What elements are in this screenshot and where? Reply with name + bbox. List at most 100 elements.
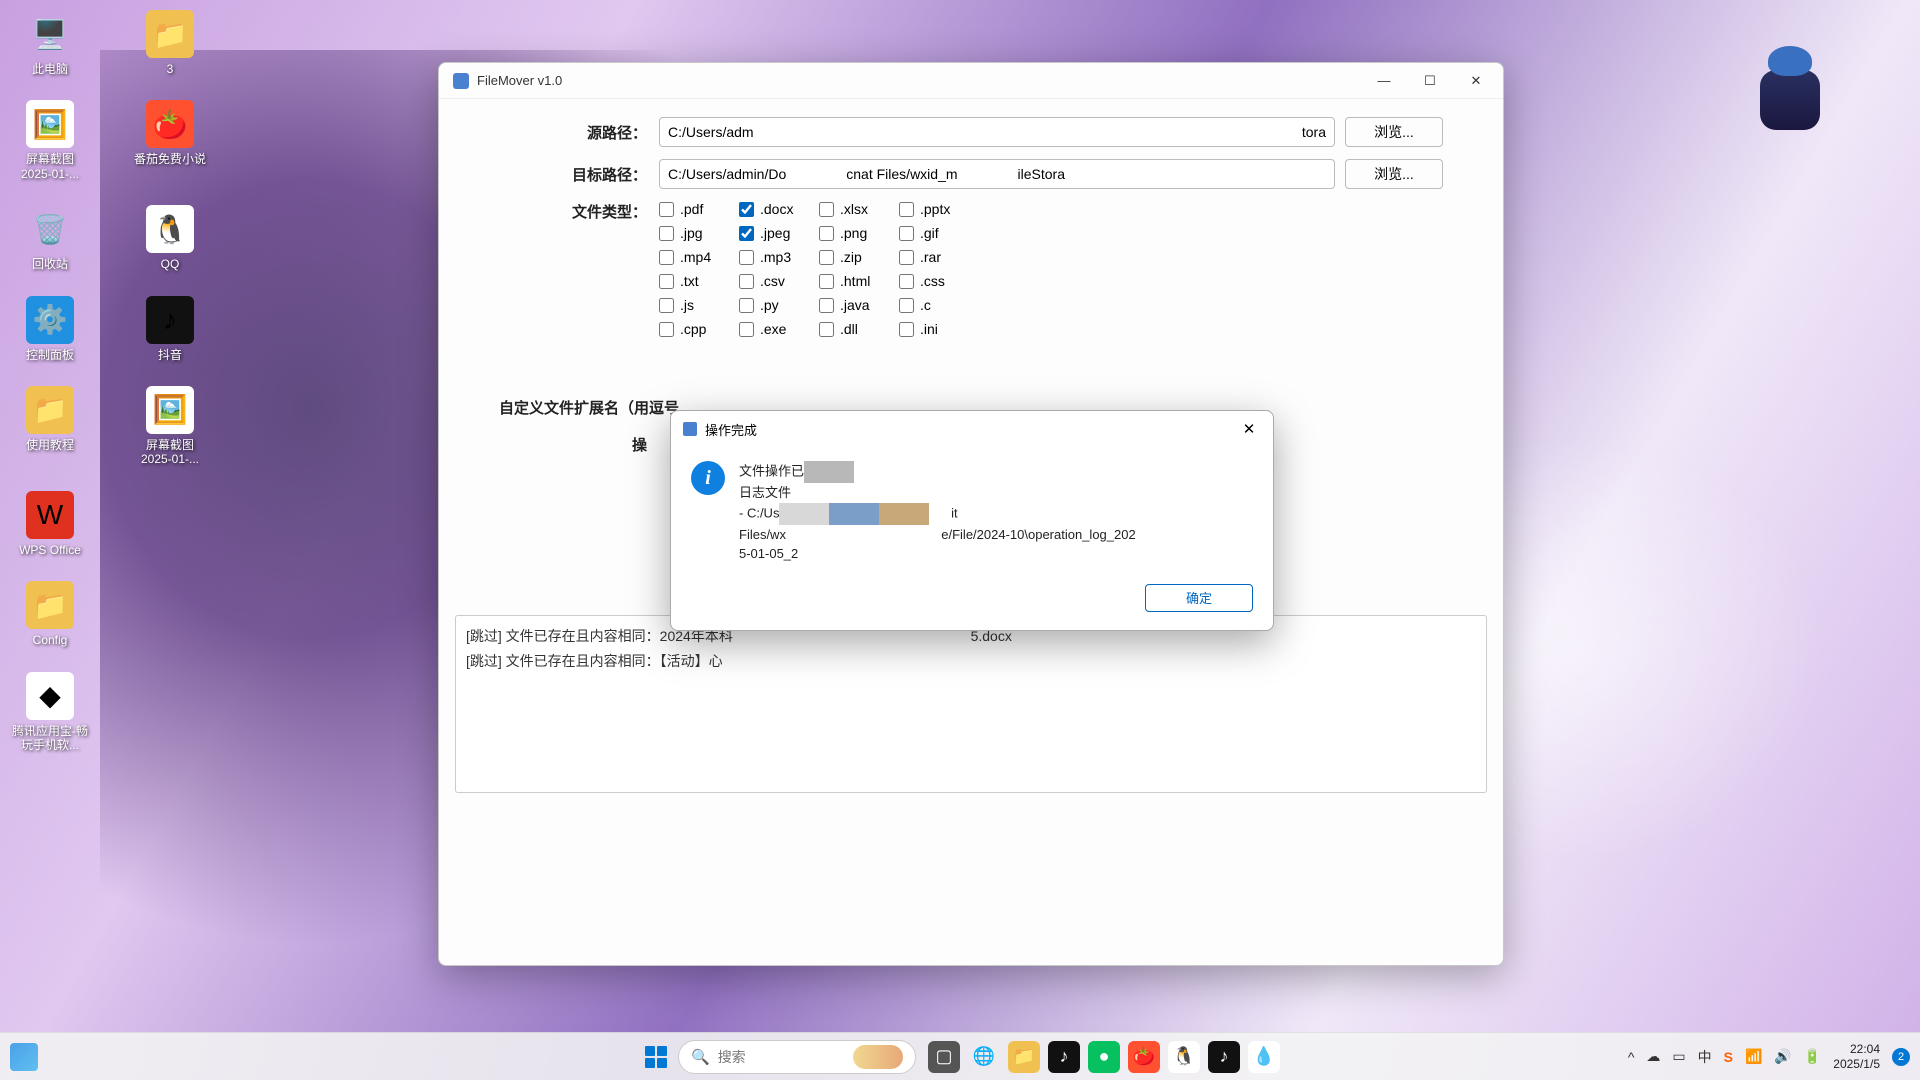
- desktop-icon-image: 🗑️: [26, 205, 74, 253]
- desktop-icon-image: 🖼️: [26, 100, 74, 148]
- desktop-icon-image: 📁: [146, 10, 194, 58]
- tray-project-icon[interactable]: ▭: [1672, 1048, 1685, 1065]
- filetype-checkbox-docx[interactable]: .docx: [739, 201, 819, 217]
- filetype-checkbox-pptx[interactable]: .pptx: [899, 201, 979, 217]
- desktop-icon[interactable]: ⚙️控制面板: [12, 296, 88, 362]
- desktop-icon-label: 回收站: [32, 257, 68, 271]
- filetype-checkbox-gif[interactable]: .gif: [899, 225, 979, 241]
- source-path-input[interactable]: C:/Users/adm tora: [659, 117, 1335, 147]
- filetype-row: 文件类型： .pdf.docx.xlsx.pptx .jpg.jpeg.png.g…: [499, 201, 1443, 337]
- desktop-icon-image: 📁: [26, 581, 74, 629]
- desktop-icon[interactable]: ♪抖音: [132, 296, 208, 362]
- target-label: 目标路径：: [499, 164, 659, 185]
- taskbar-app[interactable]: ▢: [928, 1041, 960, 1073]
- taskbar-app[interactable]: 🐧: [1168, 1041, 1200, 1073]
- taskbar-app[interactable]: 📁: [1008, 1041, 1040, 1073]
- desktop-icon-image: ◆: [26, 672, 74, 720]
- tray-cloud-icon[interactable]: ☁: [1646, 1048, 1660, 1065]
- close-button[interactable]: ✕: [1453, 65, 1499, 97]
- info-icon: i: [691, 461, 725, 495]
- filetype-checkbox-html[interactable]: .html: [819, 273, 899, 289]
- filetype-checkbox-zip[interactable]: .zip: [819, 249, 899, 265]
- desktop-icon-label: 屏幕截图 2025-01-...: [12, 152, 88, 181]
- desktop-icon-label: 屏幕截图 2025-01-...: [132, 438, 208, 467]
- desktop-icon[interactable]: 📁3: [132, 10, 208, 76]
- filetype-checkbox-xlsx[interactable]: .xlsx: [819, 201, 899, 217]
- desktop-icon-label: 使用教程: [26, 438, 74, 452]
- taskbar-app[interactable]: ♪: [1048, 1041, 1080, 1073]
- filetype-checkbox-exe[interactable]: .exe: [739, 321, 819, 337]
- titlebar: FileMover v1.0 — ☐ ✕: [439, 63, 1503, 99]
- tray-ime-icon[interactable]: 中: [1698, 1047, 1712, 1067]
- tray-wifi-icon[interactable]: 📶: [1745, 1048, 1762, 1065]
- source-label: 源路径：: [499, 122, 659, 143]
- filetype-label: 文件类型：: [499, 201, 659, 222]
- filetype-checkbox-css[interactable]: .css: [899, 273, 979, 289]
- search-placeholder: 搜索: [718, 1047, 845, 1067]
- target-browse-button[interactable]: 浏览...: [1345, 159, 1443, 189]
- maximize-button[interactable]: ☐: [1407, 65, 1453, 97]
- target-path-input[interactable]: C:/Users/admin/Do cnat Files/wxid_m ileS…: [659, 159, 1335, 189]
- filetype-checkbox-png[interactable]: .png: [819, 225, 899, 241]
- filetype-checkbox-rar[interactable]: .rar: [899, 249, 979, 265]
- desktop-icon[interactable]: ◆ 腾讯应用宝-畅玩手机软...: [12, 672, 88, 753]
- desktop-icon[interactable]: 🖼️ 屏幕截图 2025-01-...: [132, 386, 208, 467]
- desktop-icons-area: 🖥️此电脑 📁3 🖼️ 屏幕截图 2025-01-... 🍅番茄免费小说 🗑️ 回收站 🐧QQ…: [12, 10, 208, 752]
- taskbar-app[interactable]: 🍅: [1128, 1041, 1160, 1073]
- filetype-checkbox-js[interactable]: .js: [659, 297, 739, 313]
- desktop-icon[interactable]: 📁使用教程: [12, 386, 88, 467]
- taskbar-search[interactable]: 🔍 搜索: [678, 1040, 916, 1074]
- taskbar-app[interactable]: 🌐: [968, 1041, 1000, 1073]
- filetype-checkbox-csv[interactable]: .csv: [739, 273, 819, 289]
- taskbar: 🔍 搜索 ▢🌐📁♪●🍅🐧♪💧 ^ ☁ ▭ 中 S 📶 🔊 🔋 22:04 202…: [0, 1032, 1920, 1080]
- minimize-button[interactable]: —: [1361, 65, 1407, 97]
- taskbar-app[interactable]: 💧: [1248, 1041, 1280, 1073]
- filetype-checkbox-py[interactable]: .py: [739, 297, 819, 313]
- notification-badge[interactable]: 2: [1892, 1048, 1910, 1066]
- tray-battery-icon[interactable]: 🔋: [1804, 1048, 1821, 1065]
- filetype-checkbox-cpp[interactable]: .cpp: [659, 321, 739, 337]
- filetype-checkbox-mp4[interactable]: .mp4: [659, 249, 739, 265]
- desktop-icon-label: 腾讯应用宝-畅玩手机软...: [12, 724, 88, 753]
- target-path-row: 目标路径： C:/Users/admin/Do cnat Files/wxid_…: [499, 159, 1443, 189]
- log-line: [跳过] 文件已存在且内容相同：【活动】心: [466, 649, 1476, 674]
- tray-chevron-icon[interactable]: ^: [1628, 1049, 1635, 1065]
- tray-volume-icon[interactable]: 🔊: [1774, 1048, 1791, 1065]
- desktop-icon[interactable]: 🐧QQ: [132, 205, 208, 271]
- dialog-title: 操作完成: [705, 420, 1235, 439]
- desktop-icon[interactable]: 🍅番茄免费小说: [132, 100, 208, 181]
- taskbar-app[interactable]: ●: [1088, 1041, 1120, 1073]
- desktop-icon-label: 番茄免费小说: [134, 152, 206, 166]
- tray-sogou-icon[interactable]: S: [1724, 1049, 1733, 1065]
- widgets-button[interactable]: [10, 1043, 38, 1071]
- desktop-icon-label: 抖音: [158, 348, 182, 362]
- filetype-checkbox-dll[interactable]: .dll: [819, 321, 899, 337]
- dialog-app-icon: [683, 422, 697, 436]
- desktop-icon[interactable]: 🖥️此电脑: [12, 10, 88, 76]
- desktop-icon[interactable]: 🖼️ 屏幕截图 2025-01-...: [12, 100, 88, 181]
- filetype-checkbox-jpg[interactable]: .jpg: [659, 225, 739, 241]
- filetype-checkbox-c[interactable]: .c: [899, 297, 979, 313]
- source-browse-button[interactable]: 浏览...: [1345, 117, 1443, 147]
- start-button[interactable]: [640, 1041, 672, 1073]
- taskbar-app[interactable]: ♪: [1208, 1041, 1240, 1073]
- filetype-checkbox-jpeg[interactable]: .jpeg: [739, 225, 819, 241]
- taskbar-clock[interactable]: 22:04 2025/1/5: [1833, 1042, 1880, 1071]
- filetype-checkbox-java[interactable]: .java: [819, 297, 899, 313]
- desktop-icon[interactable]: WWPS Office: [12, 491, 88, 557]
- filetype-checkbox-pdf[interactable]: .pdf: [659, 201, 739, 217]
- dialog-ok-button[interactable]: 确定: [1145, 584, 1253, 612]
- desktop-icon-image: 🖼️: [146, 386, 194, 434]
- dialog-message: 文件操作已 日志文件 - C:/Us it Files/wx e/File/20…: [739, 461, 1136, 564]
- dialog-close-button[interactable]: ✕: [1235, 415, 1263, 443]
- desktop-assistant-widget[interactable]: [1740, 30, 1840, 170]
- filetype-checkbox-txt[interactable]: .txt: [659, 273, 739, 289]
- desktop-icon[interactable]: 🗑️ 回收站: [12, 205, 88, 271]
- desktop-icon-label: QQ: [161, 257, 180, 271]
- filetype-checkbox-mp3[interactable]: .mp3: [739, 249, 819, 265]
- desktop-icon[interactable]: 📁 Config: [12, 581, 88, 647]
- desktop-icon-label: Config: [33, 633, 68, 647]
- op-mode-label: 操: [499, 434, 659, 455]
- log-output[interactable]: [跳过] 文件已存在且内容相同：2024年本科 5.docx [跳过] 文件已存…: [455, 615, 1487, 793]
- filetype-checkbox-ini[interactable]: .ini: [899, 321, 979, 337]
